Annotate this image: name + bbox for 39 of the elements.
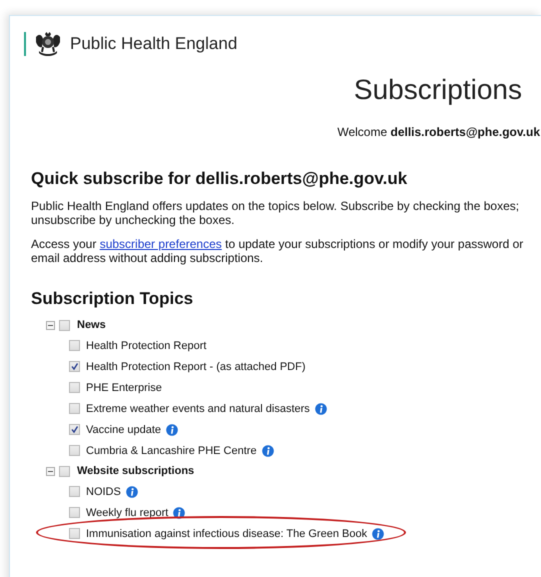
- logo-text: Public Health England: [70, 34, 238, 54]
- info-icon[interactable]: [126, 486, 138, 498]
- checkbox[interactable]: [69, 340, 80, 351]
- topic-label: Weekly flu report: [86, 506, 168, 518]
- group-label: News: [77, 319, 106, 331]
- topic-label: Health Protection Report - (as attached PDF): [86, 360, 306, 372]
- topic-label: PHE Enterprise: [86, 382, 162, 394]
- topic-label: Health Protection Report: [86, 340, 206, 352]
- welcome-text: Welcome dellis.roberts@phe.gov.uk: [336, 125, 540, 139]
- checkbox[interactable]: [59, 466, 70, 476]
- topic-label: Vaccine update: [86, 424, 162, 436]
- checkbox[interactable]: [69, 403, 80, 414]
- group-label: Website subscriptions: [77, 465, 194, 477]
- page-title: Subscriptions: [352, 74, 522, 106]
- checkbox[interactable]: [69, 486, 80, 497]
- collapse-toggle[interactable]: [46, 466, 55, 476]
- checkbox[interactable]: [69, 424, 80, 435]
- checkbox[interactable]: [69, 445, 80, 456]
- topic-label: Immunisation against infectious disease: The Green Book: [86, 528, 368, 540]
- preferences-link[interactable]: subscriber preferences: [100, 237, 222, 251]
- collapse-toggle[interactable]: [46, 320, 55, 330]
- topic-label: NOIDS: [86, 486, 121, 498]
- info-icon[interactable]: [372, 528, 384, 540]
- topic-label: Cumbria & Lancashire PHE Centre: [86, 444, 257, 456]
- info-icon[interactable]: [173, 506, 186, 518]
- info-icon[interactable]: [314, 402, 327, 414]
- access-paragraph: Access your subscriber preferences to update your subscriptions or modify your password or email address without adding subscriptions.: [31, 237, 524, 265]
- section-heading: Subscription Topics: [31, 289, 194, 309]
- intro-paragraph: Public Health England offers updates on the topics below. Subscribe by checking the boxes; unsubscribe by unchecking the boxes.: [31, 199, 520, 227]
- info-icon[interactable]: [262, 444, 274, 456]
- checkbox[interactable]: [69, 528, 80, 539]
- checkbox[interactable]: [69, 361, 80, 372]
- info-icon[interactable]: [166, 424, 178, 436]
- section-heading: Quick subscribe for dellis.roberts@phe.gov.uk: [31, 169, 408, 189]
- checkbox[interactable]: [69, 507, 80, 518]
- checkbox[interactable]: [69, 382, 80, 393]
- topic-label: Extreme weather events and natural disasters: [86, 402, 310, 414]
- crest-icon: [33, 31, 63, 57]
- checkbox[interactable]: [59, 320, 70, 330]
